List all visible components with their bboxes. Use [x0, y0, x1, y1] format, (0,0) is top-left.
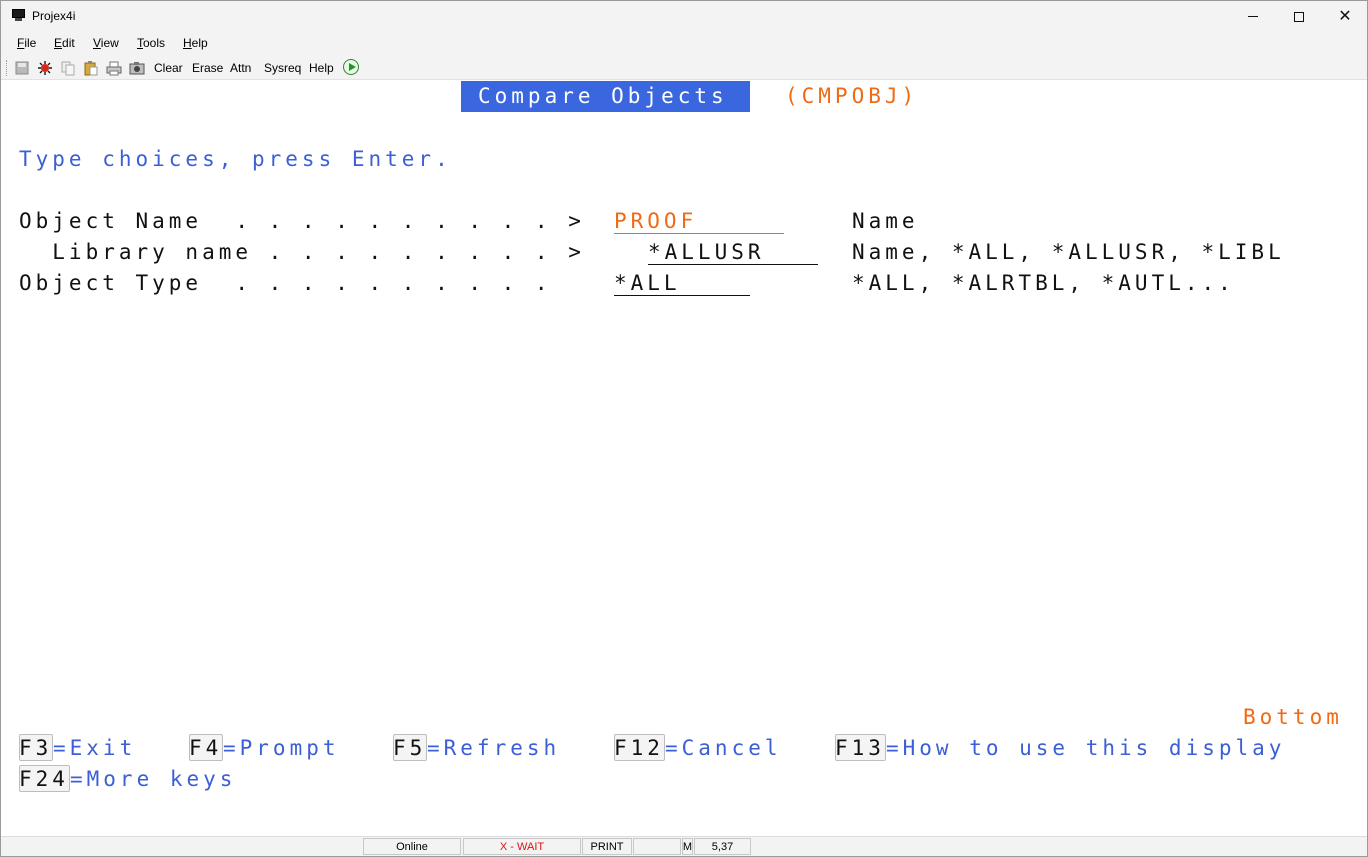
copy-icon[interactable] [60, 60, 76, 76]
more-indicator: Bottom [1243, 705, 1343, 729]
f5-refresh-label[interactable]: =Refresh [427, 736, 560, 760]
terminal-screen[interactable]: Compare Objects (CMPOBJ) Type choices, p… [1, 81, 1367, 836]
object-name-input[interactable]: PROOF [614, 209, 697, 233]
library-name-underline [648, 264, 818, 265]
status-print: PRINT [582, 838, 632, 855]
object-name-help: Name [852, 209, 919, 233]
library-name-help: Name, *ALL, *ALLUSR, *LIBL [852, 240, 1285, 264]
help-button[interactable]: Help [309, 61, 334, 75]
command-name: (CMPOBJ) [785, 84, 919, 108]
save-icon[interactable] [14, 60, 30, 76]
menu-help[interactable]: Help [183, 36, 208, 50]
status-connection: Online [363, 838, 461, 855]
menu-bar: File Edit View Tools Help [1, 32, 1367, 56]
f4-prompt-label[interactable]: =Prompt [223, 736, 340, 760]
print-icon[interactable] [106, 60, 122, 76]
f3-exit-label[interactable]: =Exit [53, 736, 136, 760]
close-icon: ✕ [1338, 7, 1352, 25]
emulator-window: Projex4i ✕ File Edit View Tools Help Cle… [0, 0, 1368, 857]
f13-key[interactable]: F13 [835, 736, 885, 760]
maximize-button[interactable] [1276, 1, 1322, 32]
f5-key[interactable]: F5 [393, 736, 426, 760]
attn-button[interactable]: Attn [230, 61, 251, 75]
object-name-label: Object Name . . . . . . . . . . > [19, 209, 585, 233]
status-wait: X - WAIT [463, 838, 581, 855]
terminal-icon [12, 9, 25, 21]
f3-key[interactable]: F3 [19, 736, 52, 760]
f4-key[interactable]: F4 [189, 736, 222, 760]
sysreq-button[interactable]: Sysreq [264, 61, 301, 75]
camera-icon[interactable] [129, 60, 145, 76]
instruction-text: Type choices, press Enter. [19, 147, 452, 171]
object-name-underline [614, 233, 784, 234]
f13-help-label[interactable]: =How to use this display [886, 736, 1285, 760]
window-title: Projex4i [32, 9, 76, 23]
play-icon[interactable] [343, 59, 359, 75]
object-type-help: *ALL, *ALRTBL, *AUTL... [852, 271, 1235, 295]
clear-button[interactable]: Clear [154, 61, 183, 75]
close-button[interactable]: ✕ [1322, 1, 1368, 32]
maximize-icon [1294, 11, 1304, 22]
f24-more-keys-label[interactable]: =More keys [70, 767, 236, 791]
f24-key[interactable]: F24 [19, 767, 69, 791]
menu-file[interactable]: File [17, 36, 36, 50]
status-cursor-position: 5,37 [694, 838, 751, 855]
menu-edit[interactable]: Edit [54, 36, 75, 50]
paste-icon[interactable] [83, 60, 99, 76]
object-type-underline [614, 295, 750, 296]
f12-key[interactable]: F12 [614, 736, 664, 760]
toolbar: Clear Erase Attn Sysreq Help [1, 56, 1367, 80]
minimize-button[interactable] [1230, 1, 1276, 32]
sun-icon[interactable] [37, 60, 53, 76]
library-name-label: Library name . . . . . . . . . > [19, 240, 585, 264]
toolbar-grip[interactable] [6, 60, 9, 76]
erase-button[interactable]: Erase [192, 61, 223, 75]
library-name-input[interactable]: *ALLUSR [648, 240, 765, 264]
status-mode: M [682, 838, 693, 855]
status-bar: Online X - WAIT PRINT M 5,37 [1, 836, 1367, 856]
menu-tools[interactable]: Tools [137, 36, 165, 50]
object-type-input[interactable]: *ALL [614, 271, 681, 295]
object-type-label: Object Type . . . . . . . . . . [19, 271, 552, 295]
screen-title-box: Compare Objects [461, 81, 750, 112]
title-bar: Projex4i ✕ [1, 1, 1367, 32]
screen-title: Compare Objects [478, 84, 728, 108]
f12-cancel-label[interactable]: =Cancel [665, 736, 782, 760]
status-empty [633, 838, 681, 855]
menu-view[interactable]: View [93, 36, 119, 50]
minimize-icon [1248, 16, 1258, 17]
